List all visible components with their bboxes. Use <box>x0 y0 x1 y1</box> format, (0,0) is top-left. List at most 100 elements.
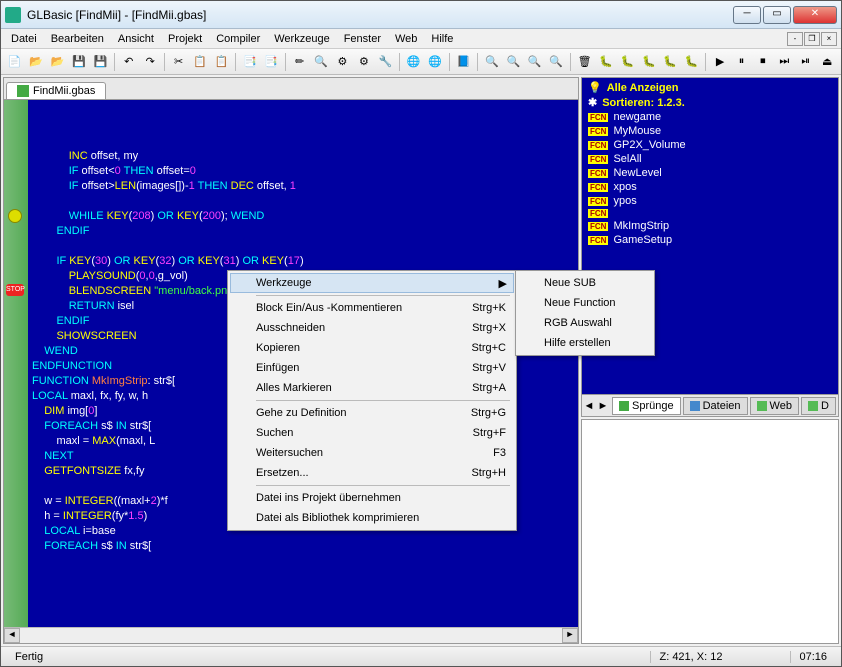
menu-ansicht[interactable]: Ansicht <box>112 31 160 47</box>
jump-item-gp2x_volume[interactable]: FCNGP2X_Volume <box>582 138 838 152</box>
toolbar-btn-25[interactable]: 📘 <box>454 52 473 72</box>
toolbar-btn-27[interactable]: 🔍 <box>482 52 501 72</box>
jump-all[interactable]: 💡Alle Anzeigen <box>582 80 838 95</box>
toolbar-btn-19[interactable]: ⚙ <box>354 52 373 72</box>
context-submenu[interactable]: Neue SUBNeue FunctionRGB AuswahlHilfe er… <box>515 270 655 356</box>
ctx-weitersuchen[interactable]: WeitersuchenF3 <box>230 443 514 463</box>
toolbar-btn-32[interactable]: 🗑 <box>575 52 594 72</box>
jump-item-newlevel[interactable]: FCNNewLevel <box>582 166 838 180</box>
toolbar-btn-11[interactable]: 📋 <box>212 52 231 72</box>
toolbar-btn-28[interactable]: 🔍 <box>504 52 523 72</box>
jump-item-gamesetup[interactable]: FCNGameSetup <box>582 233 838 247</box>
toolbar-btn-0[interactable]: 📄 <box>5 52 24 72</box>
output-panel[interactable] <box>581 419 839 644</box>
maximize-button[interactable]: ▭ <box>763 6 791 24</box>
subctx-rgb-auswahl[interactable]: RGB Auswahl <box>518 313 652 333</box>
minimize-button[interactable]: ─ <box>733 6 761 24</box>
toolbar-btn-35[interactable]: 🐛 <box>639 52 658 72</box>
toolbar-btn-39[interactable]: ▶ <box>710 52 729 72</box>
ctx-ersetzen-[interactable]: Ersetzen...Strg+H <box>230 463 514 483</box>
sidetab-web[interactable]: Web <box>750 397 799 415</box>
sidetab-dateien[interactable]: Dateien <box>683 397 748 415</box>
code-line[interactable]: IF KEY(30) OR KEY(32) OR KEY(31) OR KEY(… <box>32 254 574 269</box>
toolbar-btn-6[interactable]: ↶ <box>119 52 138 72</box>
ctx-alles-markieren[interactable]: Alles MarkierenStrg+A <box>230 378 514 398</box>
ctx-ausschneiden[interactable]: AusschneidenStrg+X <box>230 318 514 338</box>
tabs-scroll-left[interactable]: ◄ <box>582 400 596 412</box>
toolbar-btn-2[interactable]: 📂 <box>48 52 67 72</box>
menu-fenster[interactable]: Fenster <box>338 31 387 47</box>
toolbar-btn-41[interactable]: ⏹ <box>753 52 772 72</box>
jump-item-newgame[interactable]: FCNnewgame <box>582 110 838 124</box>
code-line[interactable]: INC offset, my <box>32 149 574 164</box>
toolbar-btn-44[interactable]: ⏏ <box>817 52 836 72</box>
code-line[interactable]: IF offset>LEN(images[])-1 THEN DEC offse… <box>32 179 574 194</box>
menu-datei[interactable]: Datei <box>5 31 43 47</box>
toolbar-btn-33[interactable]: 🐛 <box>596 52 615 72</box>
mdi-restore[interactable]: ❐ <box>804 32 820 46</box>
toolbar-btn-14[interactable]: 📑 <box>262 52 281 72</box>
code-line[interactable]: IF offset<0 THEN offset=0 <box>32 164 574 179</box>
menu-web[interactable]: Web <box>389 31 423 47</box>
subctx-hilfe-erstellen[interactable]: Hilfe erstellen <box>518 333 652 353</box>
jump-item-mkimgstrip[interactable]: FCNMkImgStrip <box>582 219 838 233</box>
ctx-suchen[interactable]: SuchenStrg+F <box>230 423 514 443</box>
toolbar-btn-40[interactable]: ⏸ <box>732 52 751 72</box>
subctx-neue-function[interactable]: Neue Function <box>518 293 652 313</box>
toolbar-btn-3[interactable]: 💾 <box>69 52 88 72</box>
code-line[interactable] <box>32 194 574 209</box>
menu-compiler[interactable]: Compiler <box>210 31 266 47</box>
mdi-close[interactable]: × <box>821 32 837 46</box>
ctx-datei-ins-projekt-bernehmen[interactable]: Datei ins Projekt übernehmen <box>230 488 514 508</box>
menu-werkzeuge[interactable]: Werkzeuge <box>268 31 335 47</box>
ctx-werkzeuge[interactable]: Werkzeuge▶ <box>230 273 514 293</box>
jump-item-selall[interactable]: FCNSelAll <box>582 152 838 166</box>
toolbar-btn-34[interactable]: 🐛 <box>618 52 637 72</box>
code-line[interactable] <box>32 239 574 254</box>
ctx-gehe-zu-definition[interactable]: Gehe zu DefinitionStrg+G <box>230 403 514 423</box>
menu-bearbeiten[interactable]: Bearbeiten <box>45 31 110 47</box>
toolbar-btn-20[interactable]: 🔧 <box>376 52 395 72</box>
menu-hilfe[interactable]: Hilfe <box>425 31 459 47</box>
ctx-block-ein-aus-kommentieren[interactable]: Block Ein/Aus -KommentierenStrg+K <box>230 298 514 318</box>
toolbar-btn-37[interactable]: 🐛 <box>682 52 701 72</box>
jump-item-[interactable]: FCN <box>582 208 838 219</box>
toolbar-btn-9[interactable]: ✂ <box>169 52 188 72</box>
code-line[interactable]: FOREACH s$ IN str$[ <box>32 539 574 554</box>
scroll-track[interactable] <box>20 628 562 643</box>
toolbar-btn-36[interactable]: 🐛 <box>661 52 680 72</box>
toolbar-btn-7[interactable]: ↷ <box>141 52 160 72</box>
toolbar-btn-43[interactable]: ⏯ <box>796 52 815 72</box>
ctx-kopieren[interactable]: KopierenStrg+C <box>230 338 514 358</box>
jump-sort[interactable]: ✱Sortieren: 1.2.3. <box>582 95 838 110</box>
toolbar-btn-16[interactable]: ✏ <box>290 52 309 72</box>
toolbar-btn-10[interactable]: 📋 <box>190 52 209 72</box>
h-scrollbar[interactable]: ◄ ► <box>4 627 578 643</box>
scroll-right[interactable]: ► <box>562 628 578 643</box>
toolbar-btn-22[interactable]: 🌐 <box>404 52 423 72</box>
menu-projekt[interactable]: Projekt <box>162 31 208 47</box>
close-button[interactable]: ✕ <box>793 6 837 24</box>
jump-item-xpos[interactable]: FCNxpos <box>582 180 838 194</box>
code-line[interactable]: WHILE KEY(208) OR KEY(200); WEND <box>32 209 574 224</box>
breakpoint-icon[interactable] <box>8 209 22 223</box>
ctx-datei-als-bibliothek-komprimieren[interactable]: Datei als Bibliothek komprimieren <box>230 508 514 528</box>
stop-icon[interactable]: STOP <box>6 284 24 296</box>
editor-gutter[interactable] <box>4 100 28 627</box>
tabs-scroll-right[interactable]: ► <box>596 400 610 412</box>
jump-item-mymouse[interactable]: FCNMyMouse <box>582 124 838 138</box>
ctx-einf-gen[interactable]: EinfügenStrg+V <box>230 358 514 378</box>
toolbar-btn-42[interactable]: ⏭ <box>775 52 794 72</box>
toolbar-btn-18[interactable]: ⚙ <box>333 52 352 72</box>
code-line[interactable]: ENDIF <box>32 224 574 239</box>
sidetab-spruenge[interactable]: Sprünge <box>612 397 681 415</box>
scroll-left[interactable]: ◄ <box>4 628 20 643</box>
subctx-neue-sub[interactable]: Neue SUB <box>518 273 652 293</box>
toolbar-btn-17[interactable]: 🔍 <box>311 52 330 72</box>
toolbar-btn-4[interactable]: 💾 <box>91 52 110 72</box>
sidetab-d[interactable]: D <box>801 397 836 415</box>
jump-item-ypos[interactable]: FCNypos <box>582 194 838 208</box>
mdi-minimize[interactable]: - <box>787 32 803 46</box>
titlebar[interactable]: GLBasic [FindMii] - [FindMii.gbas] ─ ▭ ✕ <box>1 1 841 29</box>
toolbar-btn-29[interactable]: 🔍 <box>525 52 544 72</box>
